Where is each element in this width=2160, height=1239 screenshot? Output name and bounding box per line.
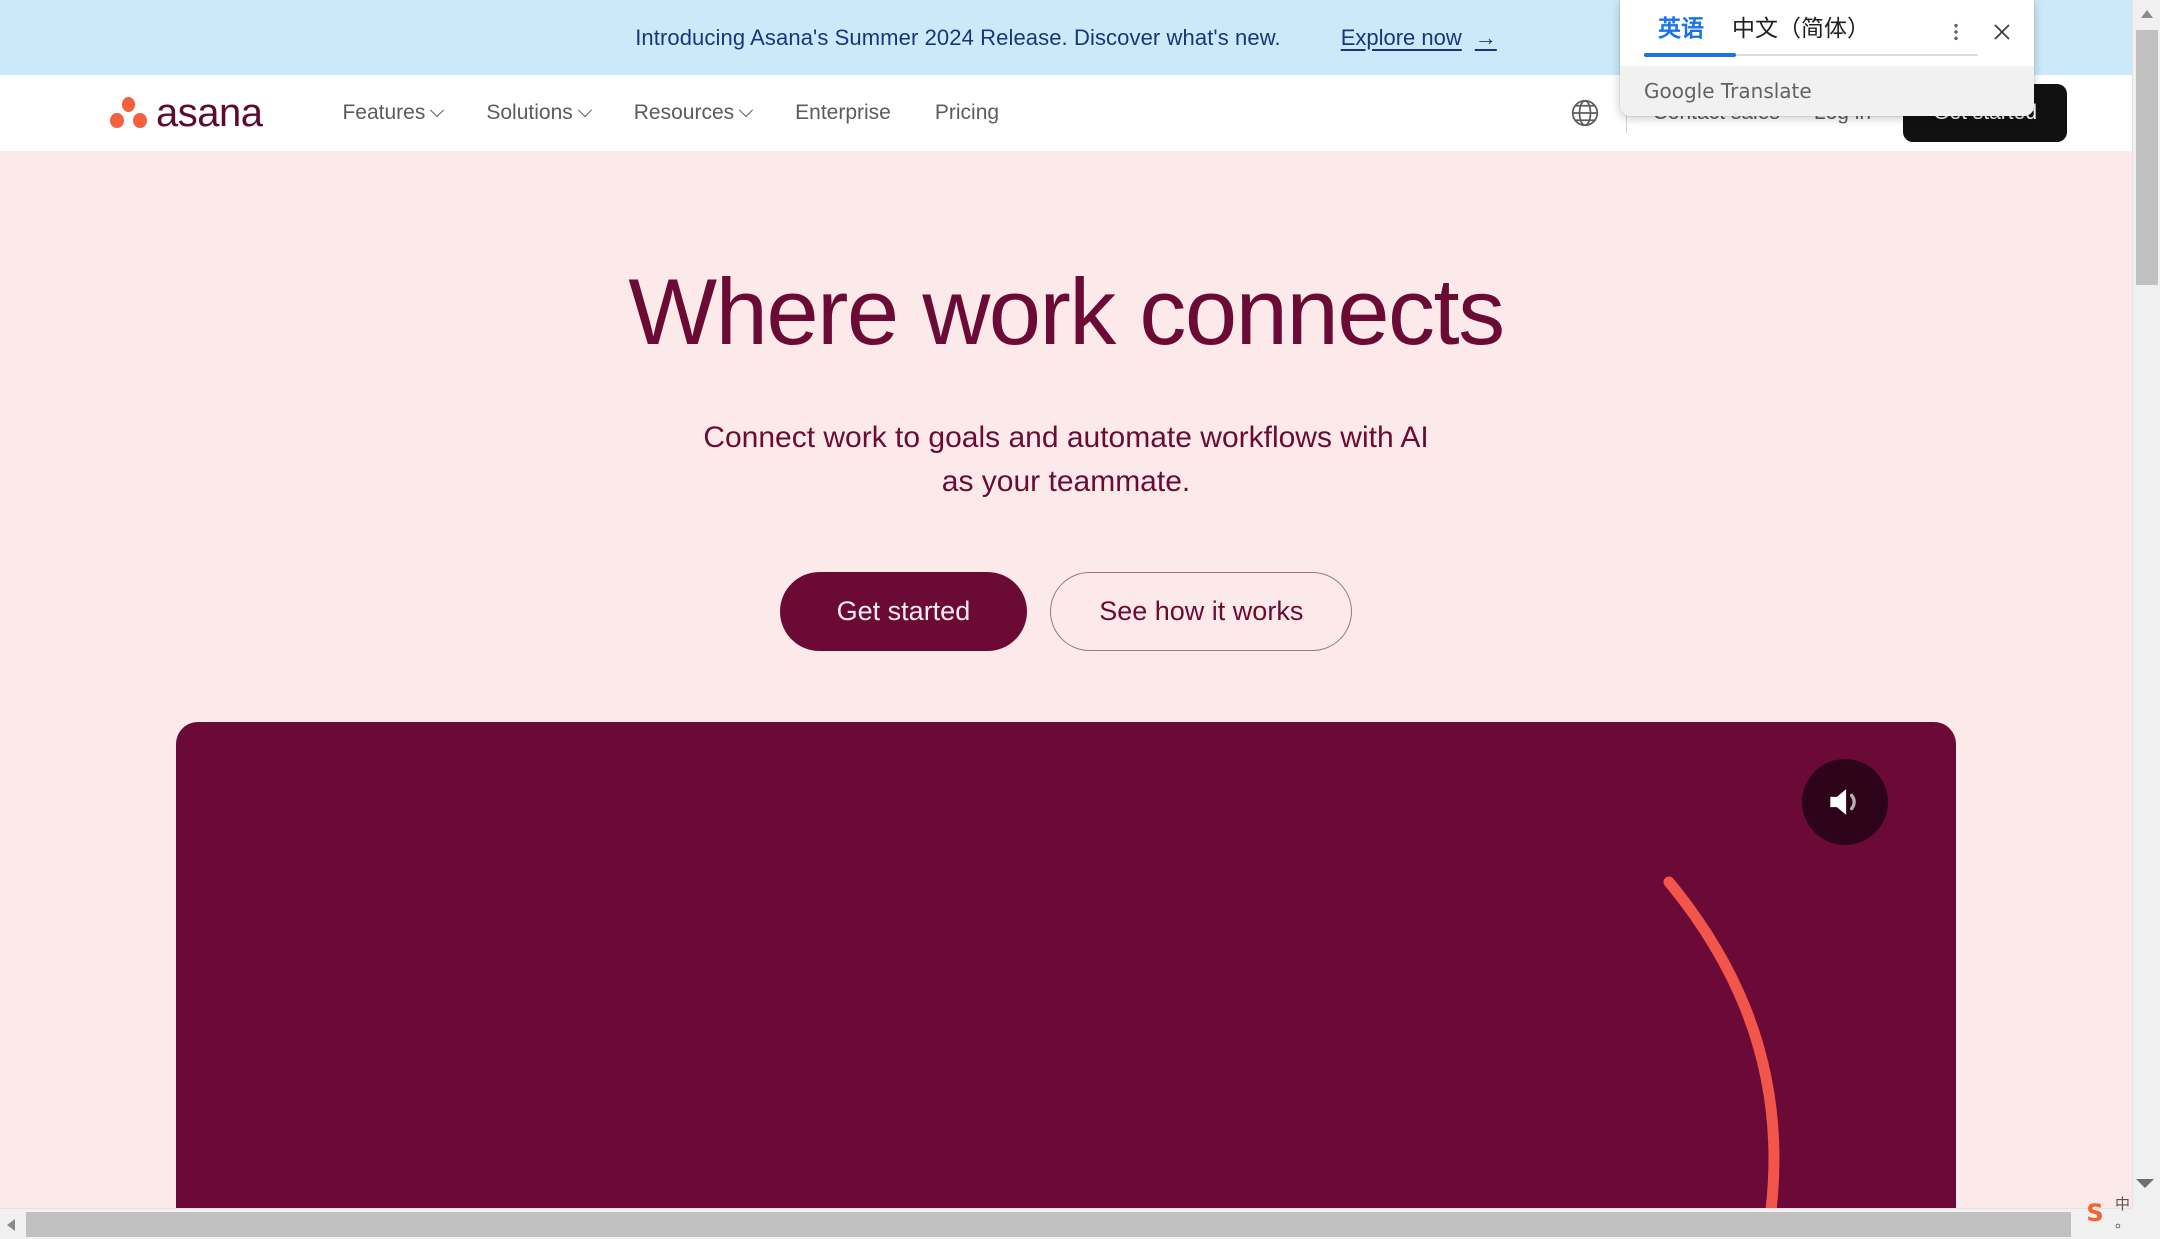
- chevron-down-icon: [739, 103, 754, 118]
- scroll-up-arrow-icon[interactable]: [2133, 0, 2160, 28]
- translate-tabs: 英语 中文（简体）: [1620, 0, 2034, 66]
- nav-item-label: Pricing: [934, 101, 1000, 124]
- nav-item-label: Solutions: [486, 101, 573, 124]
- google-translate-label: Google Translate: [1644, 79, 1812, 103]
- decorative-arc-icon: [1663, 876, 1780, 1208]
- ime-mode-bottom: 。: [2115, 1213, 2131, 1231]
- globe-icon[interactable]: [1562, 90, 1608, 136]
- hero-video-wrapper: [176, 721, 1956, 1208]
- ime-floating-widget[interactable]: S 中 。: [2080, 1179, 2156, 1233]
- nav-item-label: Resources: [633, 101, 735, 124]
- close-icon[interactable]: [1982, 12, 2022, 52]
- nav-item-features[interactable]: Features: [320, 101, 464, 125]
- chevron-down-icon: [577, 103, 592, 118]
- ime-mode-indicator[interactable]: 中 。: [2115, 1197, 2130, 1230]
- hero-see-how-it-works-button[interactable]: See how it works: [1050, 571, 1353, 651]
- three-dots-vertical-icon[interactable]: [1936, 12, 1976, 52]
- scroll-left-arrow-icon[interactable]: [0, 1209, 22, 1239]
- translate-actions: [1936, 12, 2022, 52]
- explore-now-link[interactable]: Explore now →: [1341, 25, 1497, 51]
- nav-item-enterprise[interactable]: Enterprise: [773, 101, 913, 125]
- tab-english[interactable]: 英语: [1644, 0, 1718, 41]
- chevron-down-icon: [430, 103, 445, 118]
- page-viewport: Introducing Asana's Summer 2024 Release.…: [0, 0, 2132, 1208]
- hero-subheading-line-1: Connect work to goals and automate workf…: [703, 420, 1429, 454]
- sogou-logo-icon[interactable]: S: [2080, 1198, 2110, 1228]
- hero-subheading-line-2: as your teammate.: [941, 465, 1191, 499]
- asana-logo[interactable]: asana: [110, 91, 263, 135]
- nav-item-label: Features: [342, 101, 426, 124]
- nav-item-resources[interactable]: Resources: [612, 101, 773, 125]
- nav-item-pricing[interactable]: Pricing: [913, 101, 1021, 125]
- nav-item-solutions[interactable]: Solutions: [464, 101, 611, 125]
- announcement-text: Introducing Asana's Summer 2024 Release.…: [635, 24, 1281, 50]
- explore-now-label: Explore now: [1340, 24, 1462, 50]
- arrow-right-icon: →: [1474, 24, 1497, 50]
- horizontal-scrollbar-thumb[interactable]: [26, 1212, 2071, 1237]
- ime-caret-icon: [2136, 1179, 2154, 1188]
- vertical-scrollbar-thumb[interactable]: [2136, 30, 2158, 285]
- vertical-scrollbar[interactable]: [2132, 0, 2160, 1208]
- hero-video-panel[interactable]: [176, 721, 1956, 1208]
- hero-get-started-button[interactable]: Get started: [779, 571, 1028, 651]
- google-translate-popup: 英语 中文（简体） Google Translate: [1620, 0, 2034, 116]
- translate-footer: Google Translate: [1620, 66, 2034, 116]
- hero-heading: Where work connects: [628, 259, 1505, 364]
- tab-chinese-simplified[interactable]: 中文（简体）: [1718, 0, 1884, 41]
- tab-underline: [1644, 53, 1978, 57]
- ime-mode-top: 中: [2115, 1195, 2131, 1213]
- nav-item-label: Enterprise: [795, 101, 891, 124]
- sound-toggle-button[interactable]: [1802, 758, 1888, 845]
- asana-dots-icon: [110, 97, 147, 129]
- speaker-on-icon: [1830, 788, 1856, 815]
- hero-section: Where work connects Connect work to goal…: [0, 151, 2132, 1208]
- horizontal-scrollbar[interactable]: [0, 1208, 2160, 1239]
- browser-page: Introducing Asana's Summer 2024 Release.…: [0, 0, 2160, 1239]
- asana-logo-text: asana: [156, 91, 263, 135]
- hero-subheading: Connect work to goals and automate workf…: [0, 416, 2132, 505]
- hero-cta-group: Get started See how it works: [0, 571, 2132, 651]
- nav-links: Features Solutions Resources Enterprise …: [320, 101, 1021, 125]
